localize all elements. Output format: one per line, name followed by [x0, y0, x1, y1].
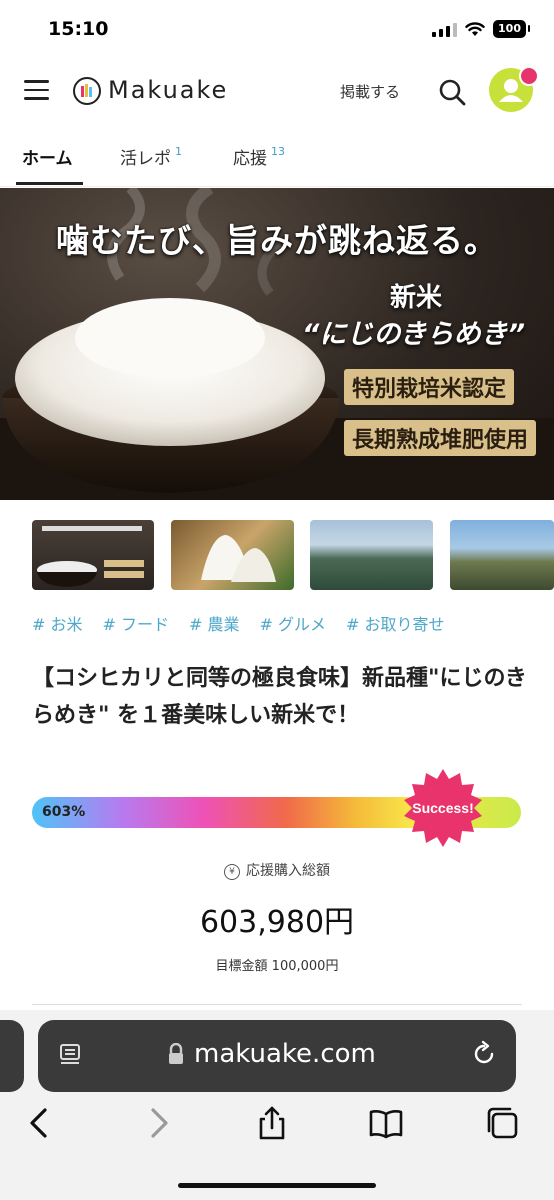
status-time: 15:10	[48, 18, 109, 40]
tabs-divider	[0, 186, 554, 187]
forward-icon[interactable]	[140, 1105, 176, 1141]
rice-bowl-thumb	[37, 526, 144, 587]
notification-dot	[519, 66, 539, 86]
hero-headline: 噛むたび、旨みが跳ね返る。	[56, 221, 498, 260]
tab-support-label: 応援	[233, 149, 267, 169]
funding-label-text: 応援購入総額	[246, 863, 330, 879]
hero-badge-certified: 特別栽培米認定	[344, 369, 515, 405]
tag-mail-order[interactable]: # お取り寄せ	[346, 611, 445, 635]
tag-agriculture[interactable]: # 農業	[189, 611, 240, 635]
tab-active-indicator	[16, 182, 83, 185]
success-text: Success!	[412, 800, 473, 816]
signal-icon	[432, 22, 458, 37]
funding-amount: 603,980円	[199, 905, 355, 940]
thumbnail-3[interactable]	[310, 520, 433, 590]
tab-support[interactable]: 応援 13	[233, 144, 285, 169]
tag-list: # お米 # フード # 農業 # グルメ # お取り寄せ	[32, 611, 465, 635]
lock-icon	[169, 1043, 183, 1064]
tab-reports[interactable]: 活レポ 1	[120, 144, 182, 169]
tag-food[interactable]: # フード	[103, 611, 170, 635]
share-icon[interactable]	[254, 1105, 290, 1141]
thumbnail-4[interactable]	[450, 520, 554, 590]
hero-badge-compost: 長期熟成堆肥使用	[344, 420, 537, 456]
wifi-icon	[465, 21, 485, 36]
thumbnail-1[interactable]	[32, 520, 154, 590]
post-project-link[interactable]: 掲載する	[340, 81, 400, 102]
status-indicators: 100	[432, 20, 530, 38]
makuake-logo-icon[interactable]	[73, 77, 101, 105]
tag-gourmet[interactable]: # グルメ	[260, 611, 327, 635]
battery-icon: 100	[493, 20, 530, 38]
project-title: 【コシヒカリと同等の極良食味】新品種"にじのきらめき" を１番美味しい新米で！	[32, 666, 527, 728]
tab-reports-count: 1	[175, 145, 182, 159]
reload-icon[interactable]	[470, 1040, 498, 1068]
tag-rice[interactable]: # お米	[32, 611, 83, 635]
url-text[interactable]: makuake.com	[194, 1039, 376, 1069]
progress-percent: 603%	[42, 804, 86, 820]
onigiri-thumb	[201, 535, 276, 582]
yen-icon: ¥	[224, 864, 240, 880]
menu-icon[interactable]	[24, 80, 49, 100]
previous-tab-preview[interactable]	[0, 1020, 24, 1092]
bookmarks-icon[interactable]	[368, 1105, 404, 1141]
tab-home-label: ホーム	[22, 149, 73, 169]
funding-label: ¥ 応援購入総額	[0, 860, 554, 880]
hero-subtitle-2: “にじのきらめき”	[302, 319, 525, 350]
section-divider	[32, 1004, 522, 1005]
logo-text[interactable]: Makuake	[108, 76, 228, 104]
thumbnail-2[interactable]	[171, 520, 294, 590]
search-icon[interactable]	[437, 77, 467, 107]
funding-goal: 目標金額 100,000円	[215, 959, 339, 974]
tabs-icon[interactable]	[484, 1105, 520, 1141]
back-icon[interactable]	[22, 1105, 58, 1141]
tab-support-count: 13	[271, 145, 285, 159]
hero-subtitle-1: 新米	[390, 283, 443, 313]
tab-reports-label: 活レポ	[120, 149, 171, 169]
success-badge: Success!	[404, 769, 482, 847]
reader-icon[interactable]	[58, 1042, 84, 1068]
tab-home[interactable]: ホーム	[22, 144, 73, 169]
home-indicator	[178, 1183, 376, 1188]
